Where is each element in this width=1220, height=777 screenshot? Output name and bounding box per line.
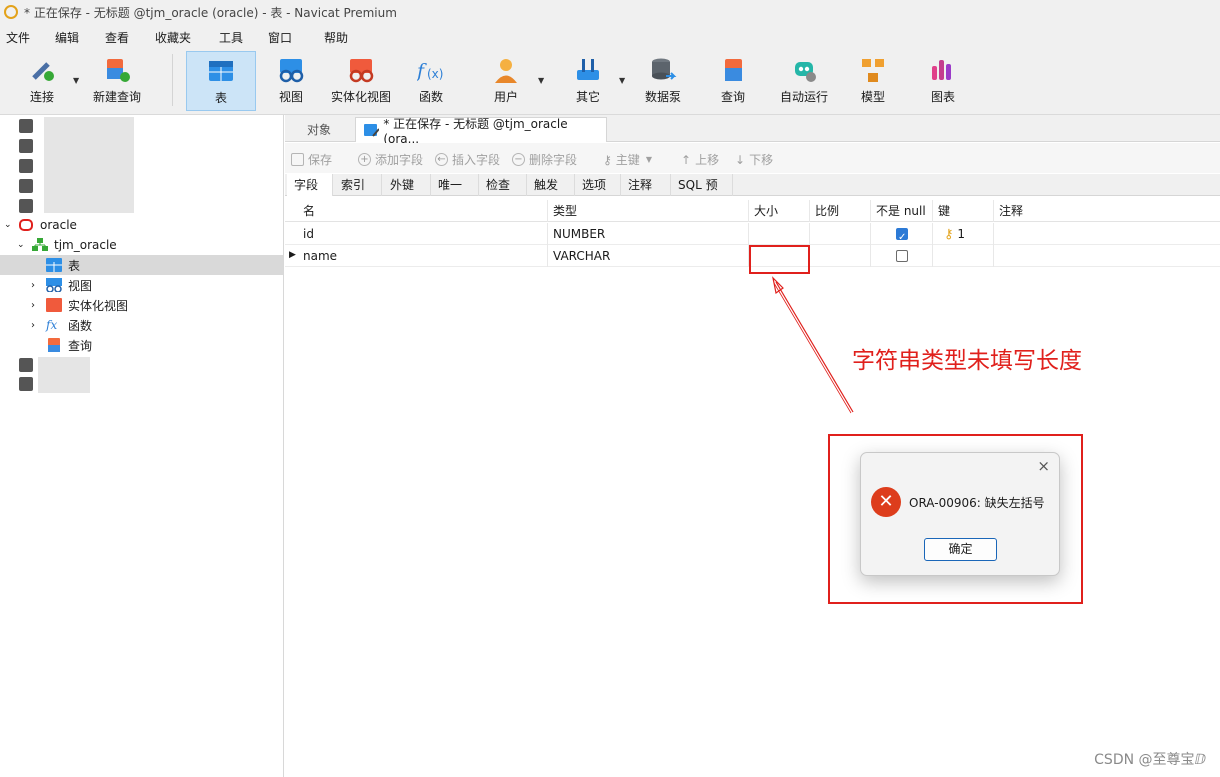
annotation-text: 字符串类型未填写长度	[852, 348, 1082, 374]
navicat-window: * 正在保存 - 无标题 @tjm_oracle (oracle) - 表 - …	[0, 0, 1220, 777]
error-message: ORA-00906: 缺失左括号	[909, 496, 1045, 510]
error-icon: ✕	[871, 487, 901, 517]
ok-button[interactable]: 确定	[924, 538, 997, 561]
close-icon[interactable]: ×	[1037, 457, 1050, 475]
error-dialog: × ✕ ORA-00906: 缺失左括号 确定	[860, 452, 1060, 576]
annotation-arrow	[772, 276, 854, 414]
watermark: CSDN @至尊宝ⅅ	[1094, 752, 1206, 768]
